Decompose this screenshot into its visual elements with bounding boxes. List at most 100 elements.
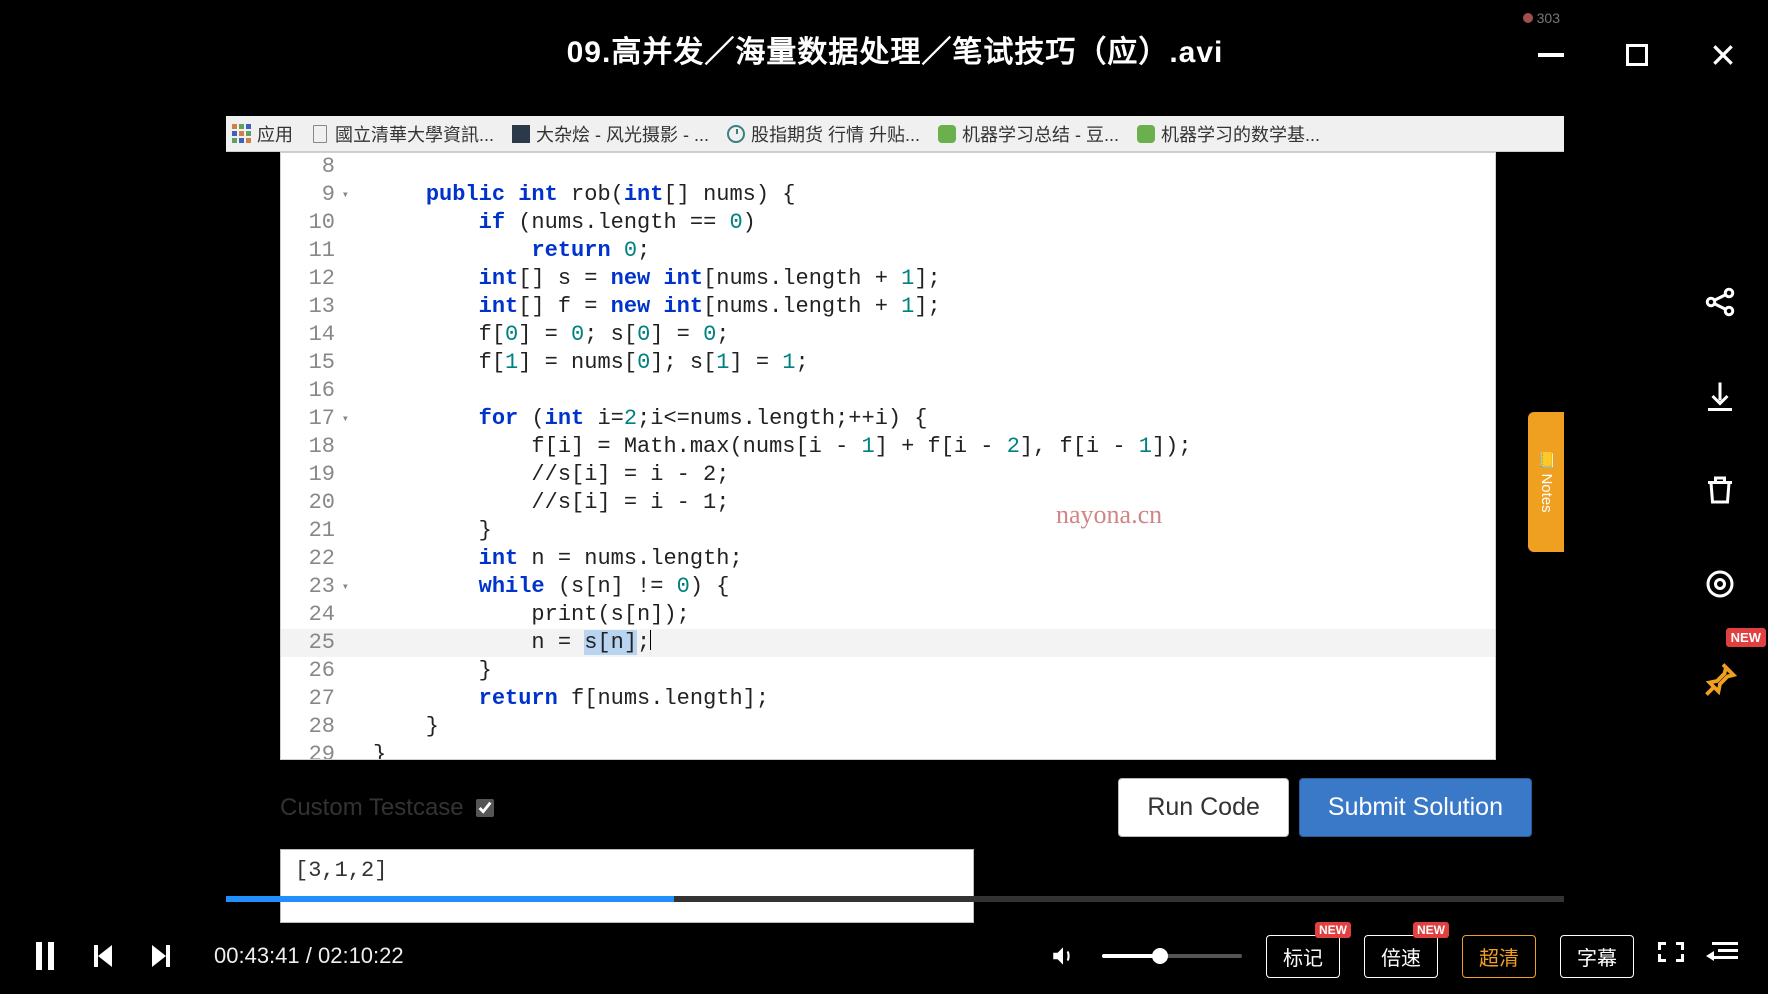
submit-solution-button[interactable]: Submit Solution	[1299, 778, 1532, 837]
volume-slider[interactable]	[1102, 954, 1242, 958]
bookmark-item-4[interactable]: 机器学习的数学基...	[1137, 121, 1320, 147]
code-text[interactable]: for (int i=2;i<=nums.length;++i) {	[369, 405, 1495, 433]
code-text[interactable]: n = s[n];	[369, 629, 1495, 657]
breakpoint-column[interactable]	[349, 461, 369, 489]
share-button[interactable]	[1698, 280, 1742, 324]
code-line[interactable]: 29}	[281, 741, 1495, 760]
code-line[interactable]: 26 }	[281, 657, 1495, 685]
code-line[interactable]: 11 return 0;	[281, 237, 1495, 265]
breakpoint-column[interactable]	[349, 377, 369, 405]
volume-button[interactable]	[1048, 941, 1078, 971]
code-text[interactable]: return 0;	[369, 237, 1495, 265]
code-text[interactable]	[369, 153, 1495, 181]
code-text[interactable]: print(s[n]);	[369, 601, 1495, 629]
breakpoint-column[interactable]	[349, 657, 369, 685]
playlist-button[interactable]	[1710, 942, 1738, 970]
line-number: 18	[281, 433, 349, 461]
speed-button[interactable]: NEW 倍速	[1364, 935, 1438, 978]
code-line[interactable]: 10 if (nums.length == 0)	[281, 209, 1495, 237]
code-line[interactable]: 25 n = s[n];	[281, 629, 1495, 657]
code-line[interactable]: 8	[281, 153, 1495, 181]
code-text[interactable]	[369, 377, 1495, 405]
code-text[interactable]: //s[i] = i - 2;	[369, 461, 1495, 489]
code-text[interactable]: f[0] = 0; s[0] = 0;	[369, 321, 1495, 349]
quality-button[interactable]: 超清	[1462, 935, 1536, 978]
breakpoint-column[interactable]	[349, 293, 369, 321]
bookmark-item-3[interactable]: 机器学习总结 - 豆...	[938, 121, 1119, 147]
code-text[interactable]: return f[nums.length];	[369, 685, 1495, 713]
breakpoint-column[interactable]	[349, 573, 369, 601]
code-text[interactable]: //s[i] = i - 1;	[369, 489, 1495, 517]
settings-button[interactable]	[1698, 562, 1742, 606]
code-line[interactable]: 23 while (s[n] != 0) {	[281, 573, 1495, 601]
code-line[interactable]: 12 int[] s = new int[nums.length + 1];	[281, 265, 1495, 293]
code-text[interactable]: while (s[n] != 0) {	[369, 573, 1495, 601]
code-text[interactable]: }	[369, 517, 1495, 545]
bookmark-item-2[interactable]: 股指期货 行情 升贴...	[727, 121, 920, 147]
minimize-button[interactable]	[1534, 38, 1568, 72]
code-line[interactable]: 21 }	[281, 517, 1495, 545]
code-text[interactable]: }	[369, 713, 1495, 741]
breakpoint-column[interactable]	[349, 209, 369, 237]
breakpoint-column[interactable]	[349, 741, 369, 760]
code-line[interactable]: 20 //s[i] = i - 1;	[281, 489, 1495, 517]
breakpoint-column[interactable]	[349, 629, 369, 657]
subtitle-button[interactable]: 字幕	[1560, 935, 1634, 978]
code-line[interactable]: 14 f[0] = 0; s[0] = 0;	[281, 321, 1495, 349]
breakpoint-column[interactable]	[349, 601, 369, 629]
code-editor[interactable]: 89 public int rob(int[] nums) {10 if (nu…	[280, 152, 1496, 760]
testcase-checkbox[interactable]	[476, 799, 494, 817]
breakpoint-column[interactable]	[349, 713, 369, 741]
code-text[interactable]: }	[369, 741, 1495, 760]
code-text[interactable]: f[i] = Math.max(nums[i - 1] + f[i - 2], …	[369, 433, 1495, 461]
code-text[interactable]: int[] s = new int[nums.length + 1];	[369, 265, 1495, 293]
breakpoint-column[interactable]	[349, 405, 369, 433]
code-line[interactable]: 24 print(s[n]);	[281, 601, 1495, 629]
code-text[interactable]: int[] f = new int[nums.length + 1];	[369, 293, 1495, 321]
code-text[interactable]: int n = nums.length;	[369, 545, 1495, 573]
breakpoint-column[interactable]	[349, 685, 369, 713]
download-button[interactable]	[1698, 374, 1742, 418]
code-line[interactable]: 22 int n = nums.length;	[281, 545, 1495, 573]
code-line[interactable]: 17 for (int i=2;i<=nums.length;++i) {	[281, 405, 1495, 433]
breakpoint-column[interactable]	[349, 265, 369, 293]
breakpoint-column[interactable]	[349, 181, 369, 209]
code-line[interactable]: 28 }	[281, 713, 1495, 741]
bookmark-item-0[interactable]: 國立清華大學資訊...	[311, 121, 494, 147]
breakpoint-column[interactable]	[349, 237, 369, 265]
marker-button[interactable]: NEW 标记	[1266, 935, 1340, 978]
delete-button[interactable]	[1698, 468, 1742, 512]
pin-button[interactable]: NEW	[1698, 656, 1742, 700]
run-code-button[interactable]: Run Code	[1118, 778, 1289, 837]
maximize-button[interactable]	[1620, 38, 1654, 72]
next-button[interactable]	[146, 941, 176, 971]
breakpoint-column[interactable]	[349, 545, 369, 573]
code-line[interactable]: 18 f[i] = Math.max(nums[i - 1] + f[i - 2…	[281, 433, 1495, 461]
breakpoint-column[interactable]	[349, 433, 369, 461]
close-button[interactable]	[1706, 38, 1740, 72]
code-line[interactable]: 9 public int rob(int[] nums) {	[281, 181, 1495, 209]
code-text[interactable]: }	[369, 657, 1495, 685]
breakpoint-column[interactable]	[349, 349, 369, 377]
code-text[interactable]: if (nums.length == 0)	[369, 209, 1495, 237]
testcase-input[interactable]: [3,1,2]	[280, 849, 974, 923]
code-line[interactable]: 19 //s[i] = i - 2;	[281, 461, 1495, 489]
code-line[interactable]: 15 f[1] = nums[0]; s[1] = 1;	[281, 349, 1495, 377]
code-line[interactable]: 27 return f[nums.length];	[281, 685, 1495, 713]
bookmark-item-1[interactable]: 大杂烩 - 风光摄影 - ...	[512, 121, 709, 147]
breakpoint-column[interactable]	[349, 321, 369, 349]
code-line[interactable]: 13 int[] f = new int[nums.length + 1];	[281, 293, 1495, 321]
apps-button[interactable]: 应用	[232, 121, 293, 147]
fullscreen-button[interactable]	[1658, 942, 1686, 970]
pause-button[interactable]	[30, 941, 60, 971]
breakpoint-column[interactable]	[349, 489, 369, 517]
code-text[interactable]: f[1] = nums[0]; s[1] = 1;	[369, 349, 1495, 377]
code-text[interactable]: public int rob(int[] nums) {	[369, 181, 1495, 209]
progress-bar[interactable]	[226, 896, 1564, 902]
video-stage: 303 09.高并发／海量数据处理／笔试技巧（应）.avi 应用 國立清華大學資…	[226, 0, 1564, 994]
breakpoint-column[interactable]	[349, 153, 369, 181]
breakpoint-column[interactable]	[349, 517, 369, 545]
notes-tab[interactable]: 📒 Notes	[1528, 412, 1564, 552]
code-line[interactable]: 16	[281, 377, 1495, 405]
previous-button[interactable]	[88, 941, 118, 971]
